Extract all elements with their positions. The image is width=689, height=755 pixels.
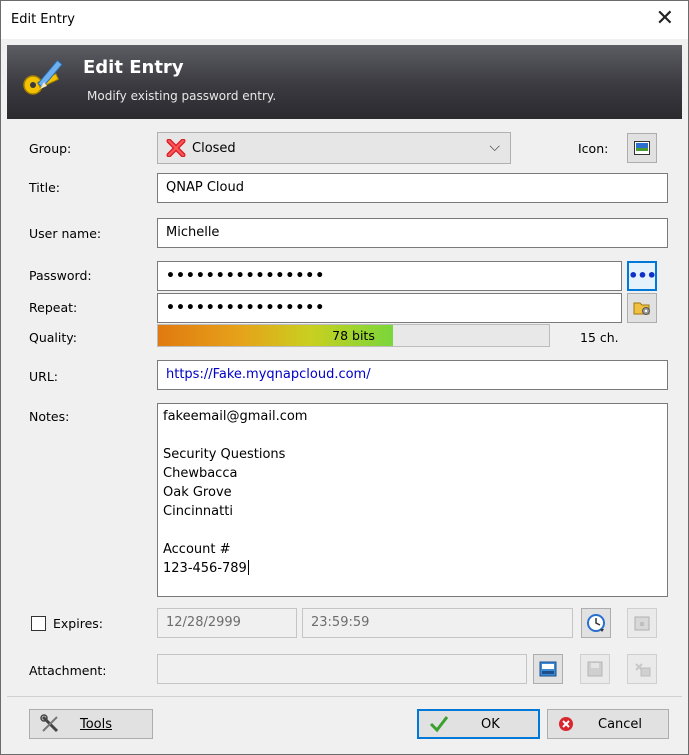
remove-attachment-button[interactable]: [627, 654, 657, 684]
icon-picker-button[interactable]: [627, 133, 657, 163]
notes-line: [163, 426, 662, 445]
username-label: User name:: [29, 226, 102, 241]
banner-subtitle: Modify existing password entry.: [87, 89, 277, 103]
ok-button[interactable]: OK: [417, 709, 540, 739]
attachment-label: Attachment:: [29, 663, 107, 678]
folder-gear-icon: [633, 302, 650, 315]
window-title: Edit Entry: [11, 12, 75, 27]
url-input[interactable]: https://Fake.myqnapcloud.com/: [157, 360, 668, 390]
url-label: URL:: [29, 369, 59, 384]
username-input[interactable]: Michelle: [157, 218, 668, 248]
toggle-password-visibility-button[interactable]: •••: [627, 261, 657, 291]
icon-label: Icon:: [578, 141, 609, 156]
attachment-list[interactable]: [157, 654, 527, 684]
password-quality-bar: 78 bits: [157, 324, 550, 347]
group-select[interactable]: Closed ⌵: [157, 132, 511, 164]
notes-line: Chewbacca: [163, 466, 238, 481]
edit-entry-dialog: Edit Entry ✕ Edit Entry Modify existing …: [0, 0, 689, 755]
notes-label: Notes:: [29, 409, 70, 424]
title-bar: Edit Entry ✕: [1, 1, 688, 39]
password-length: 15 ch.: [580, 330, 619, 345]
quality-bits: 78 bits: [332, 328, 375, 343]
tools-icon: [40, 714, 59, 733]
calendar-button[interactable]: [627, 608, 657, 638]
notes-last-text: 123-456-789: [163, 561, 247, 576]
divider: [7, 696, 682, 697]
text-caret: [247, 560, 249, 575]
group-label: Group:: [29, 141, 72, 156]
expiry-time-input[interactable]: 23:59:59: [302, 608, 573, 638]
open-folder-icon: [539, 661, 557, 677]
notes-line: Oak Grove: [163, 485, 232, 500]
checkmark-icon: [429, 716, 449, 733]
notes-line: Cincinnatti: [163, 504, 233, 519]
expires-checkbox[interactable]: [31, 616, 46, 631]
calendar-icon: [634, 616, 650, 631]
cancel-label: Cancel: [598, 716, 643, 732]
tools-label: Tools: [80, 716, 113, 732]
close-icon[interactable]: ✕: [656, 7, 674, 31]
group-value: Closed: [192, 140, 236, 156]
title-label: Title:: [29, 180, 60, 195]
expiry-presets-button[interactable]: [581, 608, 611, 638]
repeat-password-input[interactable]: ••••••••••••••••: [157, 293, 622, 323]
clock-icon: [587, 614, 605, 632]
title-input[interactable]: QNAP Cloud: [157, 173, 668, 203]
red-x-icon: [166, 139, 186, 157]
notes-line: fakeemail@gmail.com: [163, 409, 308, 424]
chevron-down-icon: ⌵: [489, 139, 500, 155]
cancel-icon: [559, 717, 573, 731]
ok-label: OK: [481, 716, 500, 732]
notes-line: Account #: [163, 542, 231, 557]
dots-icon: •••: [628, 266, 657, 285]
delete-icon: [635, 663, 651, 677]
notes-line: [163, 521, 662, 540]
header-banner: Edit Entry Modify existing password entr…: [7, 45, 682, 119]
attach-file-button[interactable]: [533, 654, 563, 684]
banner-title: Edit Entry: [83, 57, 184, 78]
tools-button[interactable]: Tools: [29, 709, 153, 739]
notes-line: Security Questions: [163, 447, 286, 462]
notes-line-last: 123-456-789: [163, 559, 662, 578]
password-generator-button[interactable]: [627, 293, 657, 323]
cancel-button[interactable]: Cancel: [547, 709, 669, 739]
key-pen-icon: [23, 59, 63, 95]
save-icon: [587, 661, 603, 677]
notes-textarea[interactable]: fakeemail@gmail.com Security Questions C…: [157, 403, 668, 597]
password-label: Password:: [29, 268, 92, 283]
password-input[interactable]: ••••••••••••••••: [157, 261, 622, 291]
save-attachment-button[interactable]: [580, 654, 610, 684]
picture-icon: [634, 141, 650, 155]
expiry-date-input[interactable]: 12/28/2999: [157, 608, 297, 638]
expires-label[interactable]: Expires:: [53, 616, 103, 631]
repeat-label: Repeat:: [29, 300, 78, 315]
quality-label: Quality:: [29, 330, 77, 345]
